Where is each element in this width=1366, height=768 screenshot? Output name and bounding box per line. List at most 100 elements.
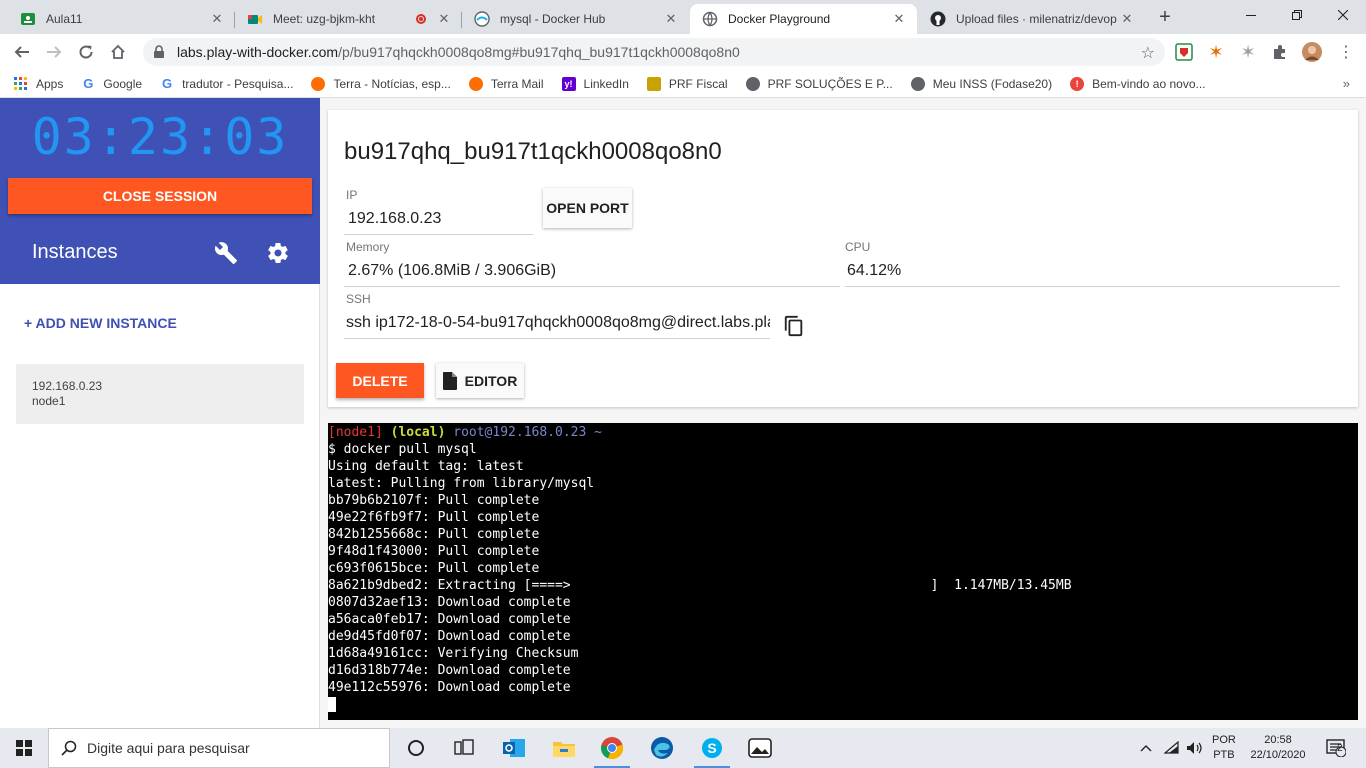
tab-github-upload[interactable]: Upload files · milenatriz/devop ✕ xyxy=(918,4,1145,34)
github-icon xyxy=(930,11,946,27)
classroom-icon xyxy=(20,11,36,27)
prf-icon xyxy=(646,76,661,91)
close-session-button[interactable]: CLOSE SESSION xyxy=(8,178,312,214)
bookmark-prf-solucoes[interactable]: PRF SOLUÇÕES E P... xyxy=(745,76,893,91)
instance-title: bu917qhq_bu917t1qckh0008qo8n0 xyxy=(344,138,722,165)
address-bar[interactable]: labs.play-with-docker.com/p/bu917qhqckh0… xyxy=(143,38,1165,66)
delete-button[interactable]: DELETE xyxy=(336,363,424,398)
open-port-button[interactable]: OPEN PORT xyxy=(543,188,632,228)
sidebar: 03:23:03 CLOSE SESSION Instances + ADD N… xyxy=(0,98,320,728)
tab-docker-playground[interactable]: Docker Playground ✕ xyxy=(690,4,917,34)
minimize-icon[interactable] xyxy=(1228,0,1274,30)
new-tab-button[interactable]: + xyxy=(1152,6,1178,30)
extension-star-icon[interactable]: ✶ xyxy=(1238,42,1258,62)
yahoo-icon: y! xyxy=(561,76,576,91)
terra-icon xyxy=(311,76,326,91)
file-explorer-icon[interactable] xyxy=(540,728,588,768)
tab-docker-hub[interactable]: mysql - Docker Hub ✕ xyxy=(462,4,689,34)
language-code: POR xyxy=(1212,734,1236,746)
extension-spark-icon[interactable]: ✶ xyxy=(1206,42,1226,62)
notification-center-icon[interactable]: 2 xyxy=(1322,728,1350,768)
extensions-puzzle-icon[interactable] xyxy=(1270,42,1290,62)
language-indicator[interactable]: POR PTB xyxy=(1212,728,1236,768)
terminal-line: 49e22f6fb9f7: Pull complete xyxy=(328,510,540,525)
editor-button[interactable]: EDITOR xyxy=(436,363,524,398)
close-icon[interactable]: ✕ xyxy=(663,11,679,27)
edge-icon[interactable] xyxy=(638,728,686,768)
bookmark-meu-inss[interactable]: Meu INSS (Fodase20) xyxy=(910,76,1053,91)
bookmark-star-icon[interactable]: ☆ xyxy=(1141,43,1155,63)
add-new-instance-button[interactable]: + ADD NEW INSTANCE xyxy=(24,315,177,331)
bookmark-apps[interactable]: Apps xyxy=(14,76,63,91)
apps-grid-icon xyxy=(14,76,27,90)
memory-label: Memory xyxy=(346,240,390,254)
reload-icon xyxy=(79,45,93,59)
forward-button[interactable] xyxy=(40,38,68,66)
terminal[interactable]: [node1] (local) root@192.168.0.23 ~ $ do… xyxy=(328,423,1358,720)
url-host: labs.play-with-docker.com xyxy=(177,44,339,60)
taskbar-search[interactable]: Digite aqui para pesquisar xyxy=(48,728,390,768)
bookmark-terra-mail[interactable]: Terra Mail xyxy=(468,76,544,91)
google-icon: G xyxy=(160,76,175,91)
terminal-prompt: [node1] (local) root@192.168.0.23 ~ xyxy=(328,424,1358,441)
google-icon: G xyxy=(81,76,96,91)
tab-meet[interactable]: Meet: uzg-bjkm-kht ✕ xyxy=(235,4,462,34)
browser-menu-icon[interactable]: ⋮ xyxy=(1336,42,1356,62)
chrome-icon[interactable] xyxy=(588,728,636,768)
globe-icon xyxy=(910,76,925,91)
profile-avatar[interactable] xyxy=(1302,42,1322,62)
file-icon xyxy=(442,371,457,390)
bookmark-terra-noticias[interactable]: Terra - Notícias, esp... xyxy=(311,76,451,91)
terminal-line: 9f48d1f43000: Pull complete xyxy=(328,544,540,559)
close-icon[interactable]: ✕ xyxy=(891,11,907,27)
home-button[interactable] xyxy=(104,38,132,66)
terminal-line: $ docker pull mysql xyxy=(328,442,477,457)
bookmark-linkedin[interactable]: y! LinkedIn xyxy=(561,76,629,91)
photos-icon[interactable] xyxy=(736,728,784,768)
meet-icon xyxy=(247,11,263,27)
terminal-output: $ docker pull mysql Using default tag: la… xyxy=(328,441,1358,696)
back-button[interactable] xyxy=(8,38,36,66)
cortana-icon[interactable] xyxy=(392,728,440,768)
instance-name: node1 xyxy=(32,394,66,408)
clock-date: 22/10/2020 xyxy=(1250,749,1306,761)
close-icon[interactable]: ✕ xyxy=(436,11,452,27)
more-bookmarks-icon[interactable]: » xyxy=(1343,76,1350,91)
reload-button[interactable] xyxy=(72,38,100,66)
gear-icon[interactable] xyxy=(266,241,290,265)
lock-icon xyxy=(154,45,164,58)
bookmark-google[interactable]: G Google xyxy=(81,76,142,91)
ip-value[interactable]: 192.168.0.23 xyxy=(344,210,533,235)
outlook-icon[interactable] xyxy=(490,728,538,768)
wrench-icon[interactable] xyxy=(214,241,238,265)
tab-title: mysql - Docker Hub xyxy=(500,12,606,26)
skype-icon[interactable]: S xyxy=(688,728,736,768)
restore-icon[interactable] xyxy=(1274,0,1320,30)
network-icon[interactable] xyxy=(1164,728,1180,768)
instance-item-node1[interactable]: 192.168.0.23 node1 xyxy=(16,364,304,424)
tray-chevron-icon[interactable] xyxy=(1140,728,1152,768)
close-icon[interactable]: ✕ xyxy=(1119,11,1135,27)
extension-shield-icon[interactable] xyxy=(1174,42,1194,62)
bookmark-label: Meu INSS (Fodase20) xyxy=(932,76,1053,91)
browser-toolbar: labs.play-with-docker.com/p/bu917qhqckh0… xyxy=(0,34,1366,70)
bookmark-label: PRF Fiscal xyxy=(668,76,728,91)
task-view-icon[interactable] xyxy=(440,728,488,768)
bookmark-bem-vindo[interactable]: ! Bem-vindo ao novo... xyxy=(1070,76,1206,91)
terminal-line: bb79b6b2107f: Pull complete xyxy=(328,493,540,508)
bookmark-prf-fiscal[interactable]: PRF Fiscal xyxy=(646,76,728,91)
tab-aula11[interactable]: Aula11 ✕ xyxy=(8,4,235,34)
search-placeholder: Digite aqui para pesquisar xyxy=(87,740,250,756)
terminal-input-line[interactable] xyxy=(328,696,1358,713)
clock[interactable]: 20:58 22/10/2020 xyxy=(1248,728,1308,768)
volume-icon[interactable] xyxy=(1186,728,1204,768)
alert-icon: ! xyxy=(1070,76,1085,91)
close-icon[interactable]: ✕ xyxy=(209,11,225,27)
bookmark-tradutor[interactable]: G tradutor - Pesquisa... xyxy=(160,76,293,91)
ssh-value[interactable]: ssh ip172-18-0-54-bu917qhqckh0008qo8mg@d… xyxy=(344,314,770,339)
start-button[interactable] xyxy=(0,728,48,768)
tab-strip: Aula11 ✕ Meet: uzg-bjkm-kht ✕ mysql - Do… xyxy=(0,0,1366,34)
close-window-icon[interactable] xyxy=(1320,0,1366,30)
terminal-cursor xyxy=(328,697,336,712)
copy-icon[interactable] xyxy=(783,314,805,338)
